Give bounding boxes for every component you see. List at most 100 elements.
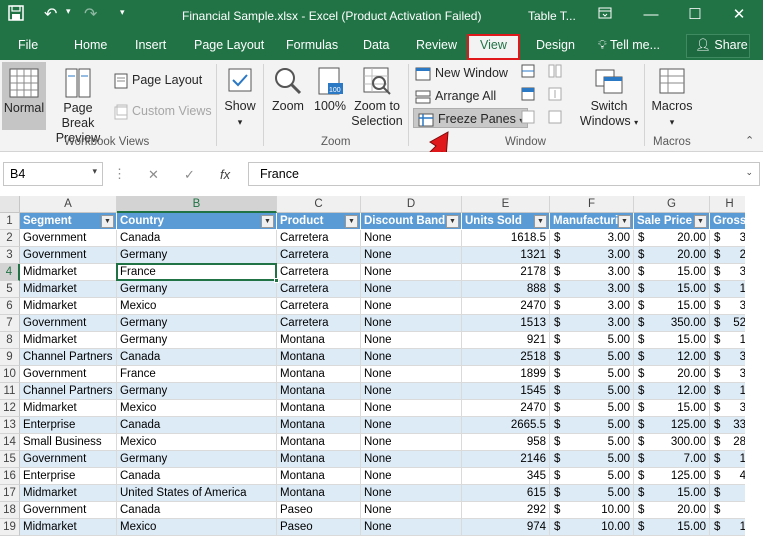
table-cell[interactable]: Germany — [117, 383, 277, 400]
table-cell[interactable]: 2518 — [462, 349, 550, 366]
currency-cell[interactable]: 350.00 $ — [634, 315, 710, 332]
hide-button[interactable] — [521, 87, 535, 107]
table-cell[interactable]: None — [361, 502, 462, 519]
currency-cell[interactable]: 33 $ — [710, 417, 750, 434]
table-cell[interactable]: Midmarket — [20, 485, 117, 502]
formula-input[interactable]: France ⌄ — [248, 162, 760, 186]
save-icon[interactable] — [8, 5, 24, 26]
row-header[interactable]: 11 — [0, 383, 20, 400]
tab-insert[interactable]: Insert — [135, 38, 166, 52]
table-cell[interactable]: Carretera — [277, 281, 361, 298]
table-cell[interactable]: 1513 — [462, 315, 550, 332]
currency-cell[interactable]: 1 $ — [710, 519, 750, 536]
currency-cell[interactable]: 125.00 $ — [634, 468, 710, 485]
table-cell[interactable]: Montana — [277, 332, 361, 349]
currency-cell[interactable]: 15.00 $ — [634, 281, 710, 298]
currency-cell[interactable]: 20.00 $ — [634, 247, 710, 264]
collapse-ribbon-icon[interactable]: ⌃ — [745, 134, 754, 147]
row-header[interactable]: 9 — [0, 349, 20, 366]
currency-cell[interactable]: 3.00 $ — [550, 264, 634, 281]
enter-icon[interactable]: ✓ — [184, 167, 195, 183]
table-cell[interactable]: Montana — [277, 366, 361, 383]
currency-cell[interactable]: 7.00 $ — [634, 451, 710, 468]
currency-cell[interactable]: 28 $ — [710, 434, 750, 451]
currency-cell[interactable]: 10.00 $ — [550, 502, 634, 519]
table-cell[interactable]: Midmarket — [20, 519, 117, 536]
column-header[interactable]: G — [634, 196, 710, 213]
currency-cell[interactable]: 3.00 $ — [550, 281, 634, 298]
row-header[interactable]: 15 — [0, 451, 20, 468]
tab-page-layout[interactable]: Page Layout — [194, 38, 264, 52]
currency-cell[interactable]: 5.00 $ — [550, 468, 634, 485]
tell-me-search[interactable]: 💡︎ Tell me... — [598, 38, 660, 53]
currency-cell[interactable]: 1 $ — [710, 332, 750, 349]
table-cell[interactable]: France — [117, 366, 277, 383]
currency-cell[interactable]: $ — [710, 502, 750, 519]
currency-cell[interactable]: 20.00 $ — [634, 366, 710, 383]
currency-cell[interactable]: 52 $ — [710, 315, 750, 332]
currency-cell[interactable]: 3 $ — [710, 366, 750, 383]
table-header-cell[interactable]: Product ▼ — [277, 213, 361, 230]
table-cell[interactable]: Midmarket — [20, 281, 117, 298]
row-header[interactable]: 18 — [0, 502, 20, 519]
table-cell[interactable]: None — [361, 349, 462, 366]
table-cell[interactable]: Midmarket — [20, 400, 117, 417]
table-header-cell[interactable]: Country ▼ — [117, 213, 277, 230]
table-cell[interactable]: 1545 — [462, 383, 550, 400]
table-cell[interactable]: Enterprise — [20, 417, 117, 434]
table-cell[interactable]: Channel Partners — [20, 349, 117, 366]
currency-cell[interactable]: 5.00 $ — [550, 485, 634, 502]
table-cell[interactable]: None — [361, 383, 462, 400]
table-cell[interactable]: 2470 — [462, 400, 550, 417]
freeze-panes-button[interactable]: Freeze Panes ▾ — [413, 108, 529, 128]
table-cell[interactable]: Carretera — [277, 230, 361, 247]
row-header[interactable]: 12 — [0, 400, 20, 417]
table-cell[interactable]: Montana — [277, 417, 361, 434]
column-header[interactable]: C — [277, 196, 361, 213]
vertical-scrollbar[interactable] — [745, 196, 763, 538]
table-cell[interactable]: Carretera — [277, 247, 361, 264]
table-cell[interactable]: 2178 — [462, 264, 550, 281]
table-header-cell[interactable]: Manufacturi ▼ — [550, 213, 634, 230]
fill-handle[interactable] — [274, 278, 279, 283]
table-cell[interactable]: None — [361, 468, 462, 485]
tab-design[interactable]: Design — [536, 38, 575, 52]
currency-cell[interactable]: 5.00 $ — [550, 366, 634, 383]
currency-cell[interactable]: 4 $ — [710, 468, 750, 485]
currency-cell[interactable]: 125.00 $ — [634, 417, 710, 434]
filter-dropdown-icon[interactable]: ▼ — [618, 215, 631, 228]
currency-cell[interactable]: 5.00 $ — [550, 332, 634, 349]
tab-view[interactable]: View — [467, 34, 520, 60]
table-cell[interactable]: 345 — [462, 468, 550, 485]
table-cell[interactable]: Mexico — [117, 434, 277, 451]
maximize-icon[interactable]: ☐ — [680, 3, 710, 27]
table-cell[interactable]: 1618.5 — [462, 230, 550, 247]
table-cell[interactable]: Germany — [117, 315, 277, 332]
currency-cell[interactable]: 5.00 $ — [550, 451, 634, 468]
table-cell[interactable]: None — [361, 400, 462, 417]
currency-cell[interactable]: 5.00 $ — [550, 400, 634, 417]
row-header[interactable]: 2 — [0, 230, 20, 247]
table-cell[interactable]: 292 — [462, 502, 550, 519]
table-cell[interactable]: 2665.5 — [462, 417, 550, 434]
currency-cell[interactable]: 3 $ — [710, 298, 750, 315]
tab-file[interactable]: File — [18, 38, 38, 52]
switch-windows-button[interactable]: Switch Windows ▾ — [578, 62, 640, 132]
table-cell[interactable]: Germany — [117, 281, 277, 298]
row-header[interactable]: 8 — [0, 332, 20, 349]
row-header[interactable]: 14 — [0, 434, 20, 451]
table-cell[interactable]: None — [361, 247, 462, 264]
insert-function-icon[interactable]: fx — [220, 167, 230, 182]
column-header[interactable]: F — [550, 196, 634, 213]
currency-cell[interactable]: 12.00 $ — [634, 349, 710, 366]
table-cell[interactable]: Germany — [117, 247, 277, 264]
row-header[interactable]: 7 — [0, 315, 20, 332]
column-header[interactable]: E — [462, 196, 550, 213]
table-cell[interactable]: Carretera — [277, 315, 361, 332]
table-cell[interactable]: Canada — [117, 349, 277, 366]
zoom-100-button[interactable]: 100 100% — [312, 62, 348, 130]
filter-dropdown-icon[interactable]: ▼ — [534, 215, 547, 228]
table-header-cell[interactable]: Discount Band ▼ — [361, 213, 462, 230]
table-cell[interactable]: Montana — [277, 434, 361, 451]
table-cell[interactable]: Canada — [117, 230, 277, 247]
